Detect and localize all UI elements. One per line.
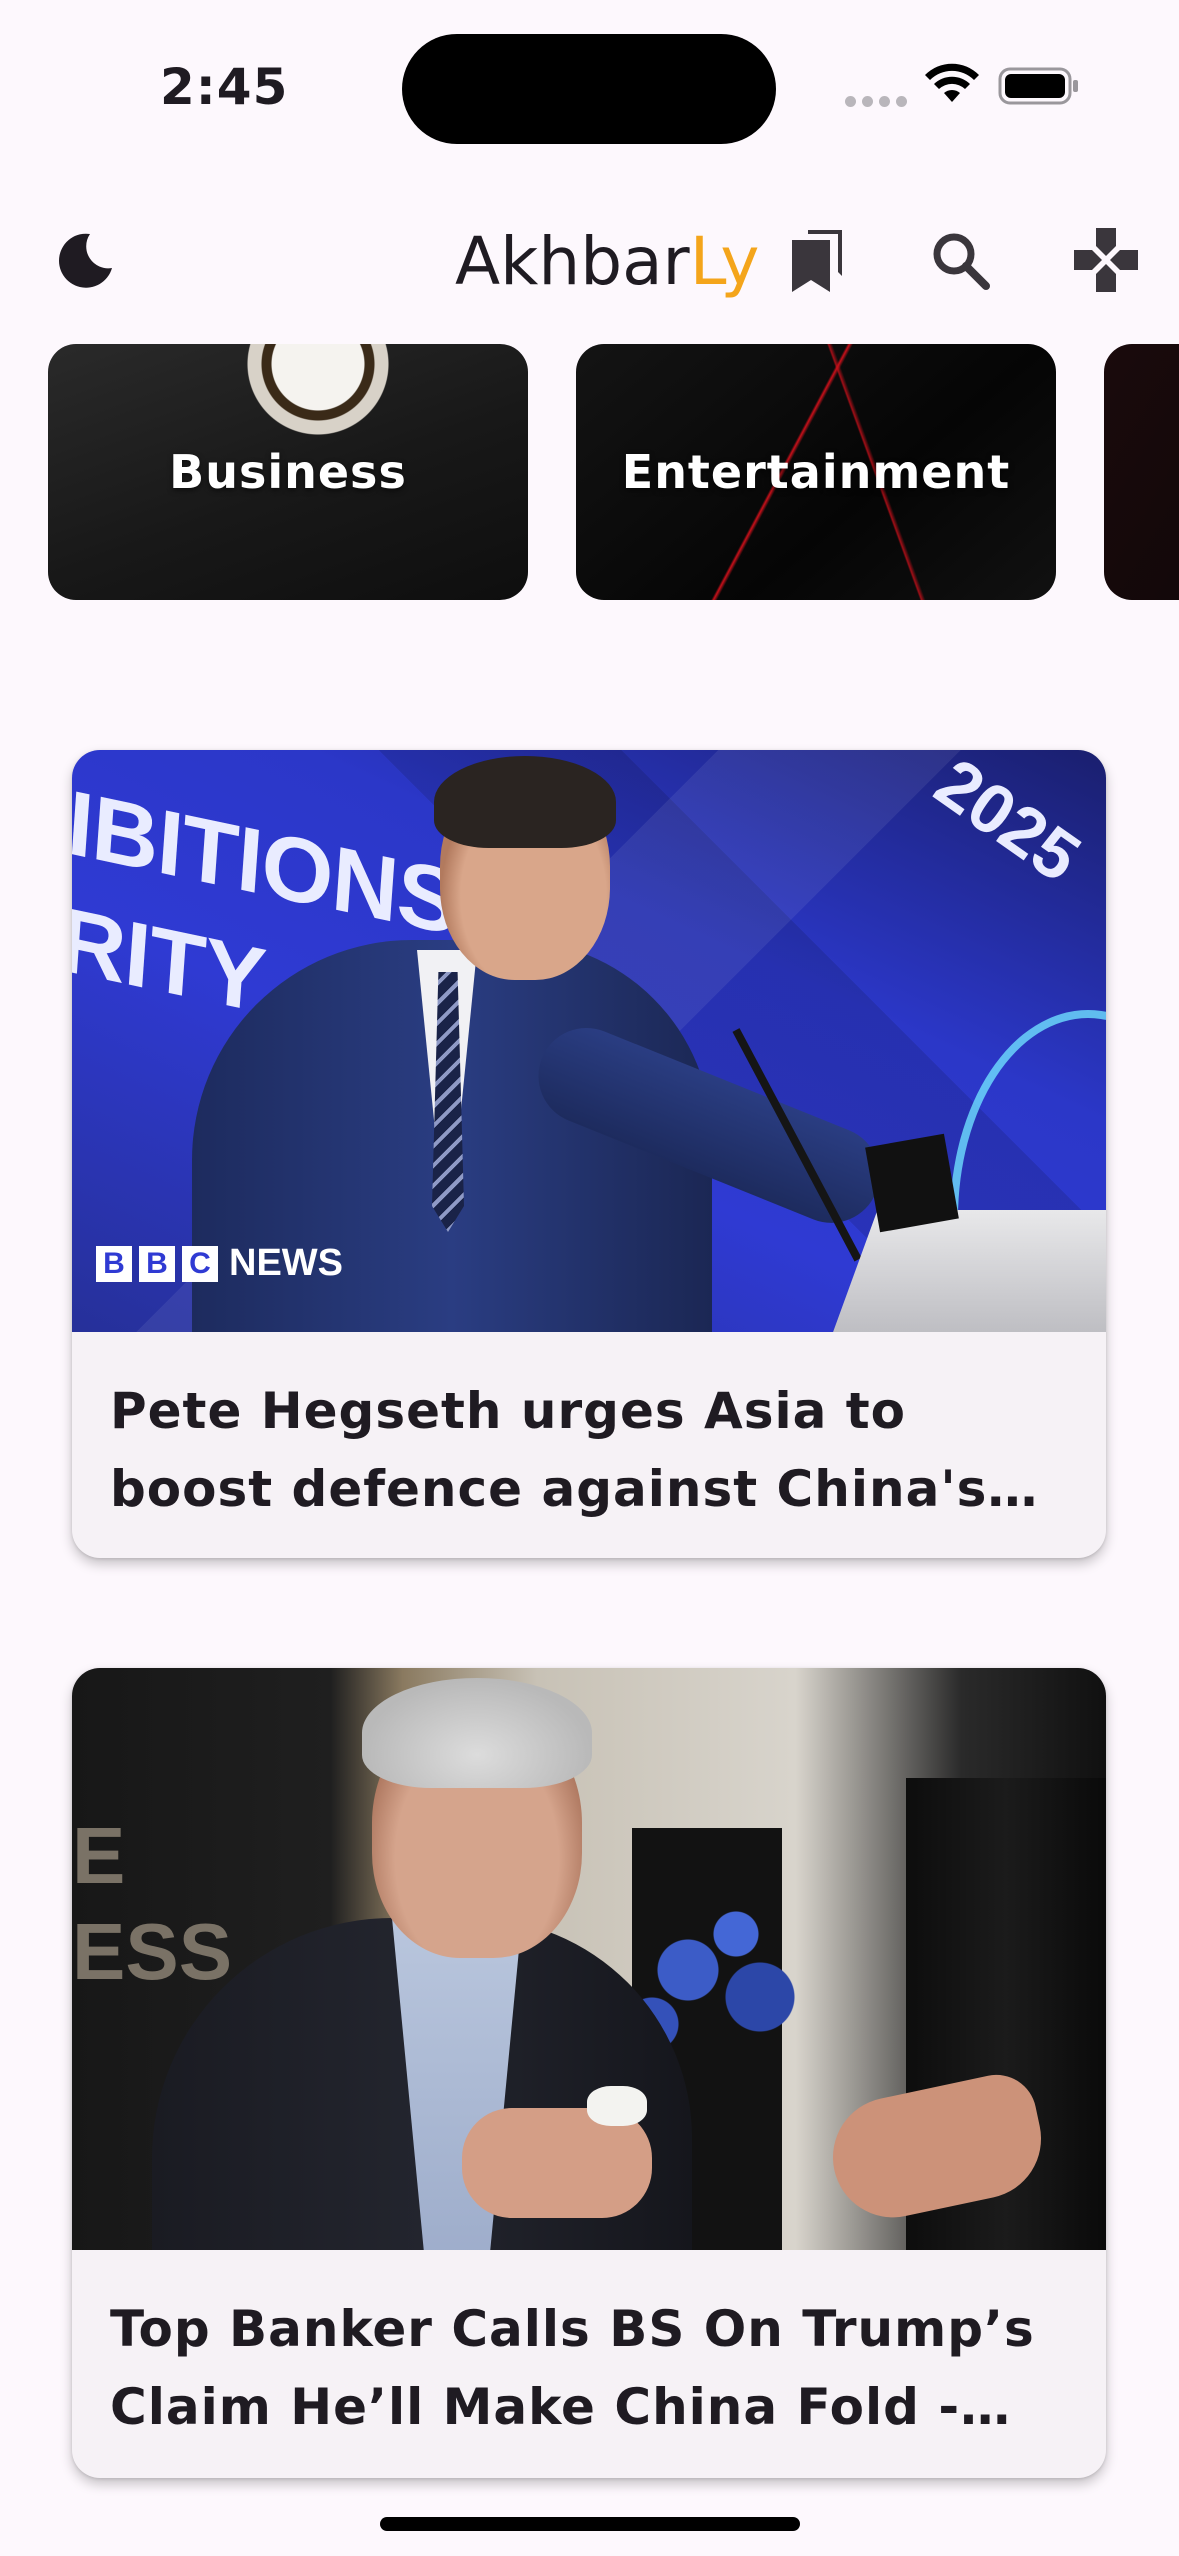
dynamic-island	[402, 34, 776, 144]
app-title: AkhbarLy	[455, 222, 759, 302]
logo-letter: B	[139, 1245, 175, 1282]
game-controller-icon[interactable]	[1070, 224, 1142, 296]
logo-word: NEWS	[229, 1242, 343, 1284]
person-hair	[362, 1678, 592, 1788]
source-logo: B B C NEWS	[96, 1242, 343, 1285]
cellular-signal-icon	[845, 96, 907, 107]
news-thumbnail: IBITIONS RITY 2025 B B C NEWS	[72, 750, 1106, 1332]
status-time: 2:45	[160, 58, 289, 116]
news-card[interactable]: IBITIONS RITY 2025 B B C NEWS Pete Hegse…	[72, 750, 1106, 1558]
home-indicator[interactable]	[380, 2517, 800, 2531]
news-title: Pete Hegseth urges Asia to boost defence…	[110, 1382, 988, 1518]
bookmark-icon[interactable]	[782, 224, 854, 296]
category-strip[interactable]: Business Entertainment	[0, 344, 1179, 600]
category-card-entertainment[interactable]: Entertainment	[576, 344, 1056, 600]
logo-letter: B	[96, 1245, 132, 1282]
logo-letter: C	[182, 1245, 218, 1282]
microphone-box	[865, 1133, 959, 1233]
wifi-icon	[925, 63, 979, 102]
category-label: Entertainment	[621, 445, 1011, 499]
sign-text-line: E	[72, 1811, 126, 1900]
news-card[interactable]: E ESS Top Banker Calls BS On Trump’s Cla…	[72, 1668, 1106, 2478]
moon-icon[interactable]	[52, 228, 118, 294]
sign-text-line: ESS	[72, 1907, 233, 1996]
app-title-accent: Ly	[689, 223, 760, 300]
category-card-business[interactable]: Business	[48, 344, 528, 600]
category-label: Business	[169, 445, 407, 499]
battery-icon	[998, 67, 1078, 105]
sign-text: E ESS	[72, 1808, 232, 2000]
category-card-partial[interactable]	[1104, 344, 1179, 600]
search-icon[interactable]	[924, 224, 996, 296]
category-partial-image	[1104, 344, 1179, 600]
tissue	[587, 2086, 647, 2126]
news-thumbnail: E ESS	[72, 1668, 1106, 2250]
speaker-hair	[434, 756, 616, 848]
app-title-main: Akhbar	[455, 223, 690, 300]
news-title: Top Banker Calls BS On Trump’s Claim He’…	[110, 2300, 1035, 2436]
